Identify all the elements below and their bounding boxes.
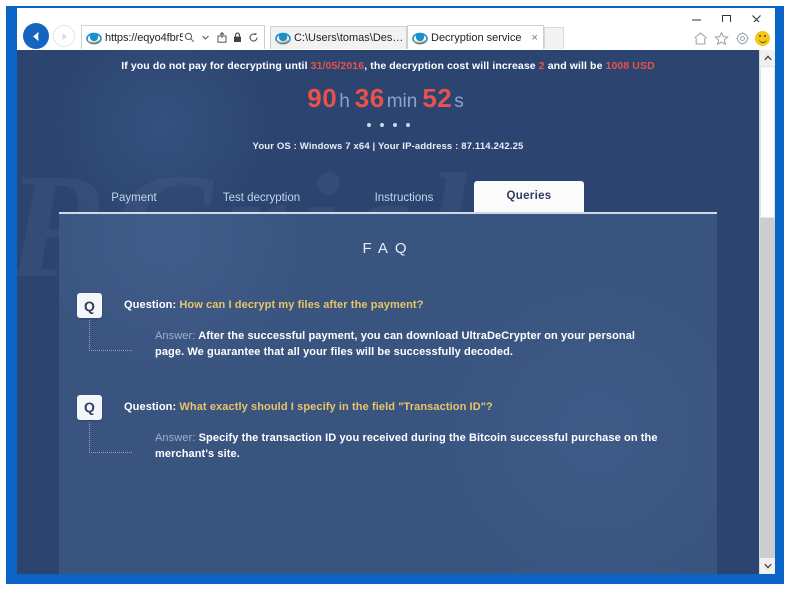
warning-middle: , the decryption cost will increase — [364, 60, 539, 72]
scrollbar-track-lower[interactable] — [760, 218, 775, 558]
scrollbar-track[interactable] — [760, 66, 775, 558]
new-tab-button[interactable] — [543, 27, 564, 49]
dropdown-arrow-icon[interactable] — [199, 31, 212, 45]
faq-list: Q Question: How can I decrypt my files a… — [59, 293, 717, 463]
question-label: Question: — [124, 400, 177, 413]
browser-tab[interactable]: C:\Users\tomas\Desktop\2016-... — [270, 26, 407, 49]
question-text: How can I decrypt my files after the pay… — [179, 299, 424, 311]
countdown-seconds: 52 — [422, 83, 453, 113]
forward-button[interactable] — [53, 25, 75, 47]
browser-window-inner: https://eqyo4fbr5okzaysm.o... — [17, 8, 775, 574]
dot — [379, 123, 384, 127]
answer-label: Answer: — [155, 431, 196, 444]
countdown-minutes: 36 — [354, 83, 385, 113]
faq-connector-line — [89, 320, 132, 351]
tools-gear-icon[interactable] — [734, 30, 751, 47]
question-badge[interactable]: Q — [77, 293, 102, 318]
warning-deadline: 31/05/2016 — [310, 60, 365, 72]
faq-answer: Answer: After the successful payment, yo… — [155, 329, 665, 361]
answer-text: After the successful payment, you can do… — [155, 330, 636, 358]
back-button[interactable] — [23, 23, 49, 49]
site-tab-instructions[interactable]: Instructions — [334, 184, 474, 212]
countdown-hours: 90 — [307, 83, 338, 113]
faq-item: Q Question: What exactly should I specif… — [59, 394, 717, 463]
back-arrow-icon — [32, 31, 38, 41]
home-icon[interactable] — [692, 30, 709, 47]
url-text: https://eqyo4fbr5okzaysm.o... — [105, 31, 183, 44]
site-tab-bar: Payment Test decryption Instructions Que… — [17, 180, 759, 212]
question-text: What exactly should I specify in the fie… — [179, 400, 493, 413]
lock-icon[interactable] — [231, 31, 244, 45]
address-bar-icons — [183, 31, 264, 45]
content-panel: FAQ Q Question: How can I decrypt my fil… — [59, 212, 717, 574]
system-info-line: Your OS : Windows 7 x64 | Your IP-addres… — [252, 141, 524, 152]
address-bar[interactable]: https://eqyo4fbr5okzaysm.o... — [81, 25, 265, 49]
refresh-icon[interactable] — [247, 31, 260, 45]
countdown-seconds-unit: s — [454, 91, 464, 112]
faq-connector-line — [89, 421, 132, 453]
faq-question: Question: How can I decrypt my files aft… — [124, 293, 424, 311]
faq-title: FAQ — [362, 240, 414, 257]
ransom-page: PCrisk If you do not pay for decrypting … — [17, 50, 759, 574]
page-viewport: PCrisk If you do not pay for decrypting … — [17, 50, 775, 574]
favorites-star-icon[interactable] — [713, 30, 730, 47]
smiley-feedback-icon[interactable] — [755, 31, 770, 46]
browser-tab-title: C:\Users\tomas\Desktop\2016-... — [294, 32, 406, 44]
site-tab-queries[interactable]: Queries — [474, 181, 584, 212]
faq-question: Question: What exactly should I specify … — [124, 395, 493, 413]
warning-suffix: and will be — [544, 60, 606, 72]
faq-question-row: Q Question: How can I decrypt my files a… — [77, 293, 717, 318]
warning-amount: 1008 USD — [605, 60, 655, 72]
warning-banner: If you do not pay for decrypting until 3… — [17, 50, 759, 72]
browser-tab-active[interactable]: Decryption service × — [407, 25, 544, 49]
search-icon[interactable] — [183, 31, 196, 45]
forward-arrow-icon — [62, 32, 67, 40]
faq-answer: Answer: Specify the transaction ID you r… — [155, 431, 665, 463]
faq-question-row: Q Question: What exactly should I specif… — [77, 394, 717, 420]
countdown-separator-dots — [17, 123, 759, 127]
faq-item: Q Question: How can I decrypt my files a… — [59, 293, 717, 361]
browser-window: https://eqyo4fbr5okzaysm.o... — [6, 6, 784, 584]
browser-tab-title: Decryption service — [431, 31, 522, 44]
dot — [366, 123, 371, 127]
browser-navigation-row: https://eqyo4fbr5okzaysm.o... — [17, 22, 775, 50]
tab-internet-explorer-icon — [412, 32, 428, 44]
send-to-icon[interactable] — [215, 31, 228, 45]
tab-close-icon[interactable]: × — [531, 32, 537, 44]
countdown-hours-unit: h — [339, 91, 350, 112]
dot — [405, 123, 410, 127]
vertical-scrollbar[interactable] — [759, 50, 775, 574]
browser-command-icons — [692, 30, 770, 47]
question-label: Question: — [124, 299, 177, 311]
question-badge[interactable]: Q — [77, 394, 102, 420]
site-tab-test-decryption[interactable]: Test decryption — [189, 184, 334, 212]
answer-label: Answer: — [155, 330, 196, 342]
countdown-minutes-unit: min — [386, 91, 418, 112]
scroll-down-button[interactable] — [760, 558, 775, 574]
dot — [392, 123, 397, 127]
tab-internet-explorer-icon — [275, 32, 291, 45]
internet-explorer-icon — [86, 32, 102, 44]
countdown-timer: 90 h 36 min 52 s — [17, 83, 759, 114]
site-tab-payment[interactable]: Payment — [79, 184, 189, 212]
warning-prefix: If you do not pay for decrypting until — [121, 60, 311, 72]
scroll-up-button[interactable] — [760, 50, 775, 66]
scrollbar-thumb[interactable] — [760, 66, 775, 218]
answer-text: Specify the transaction ID you received … — [155, 431, 658, 460]
